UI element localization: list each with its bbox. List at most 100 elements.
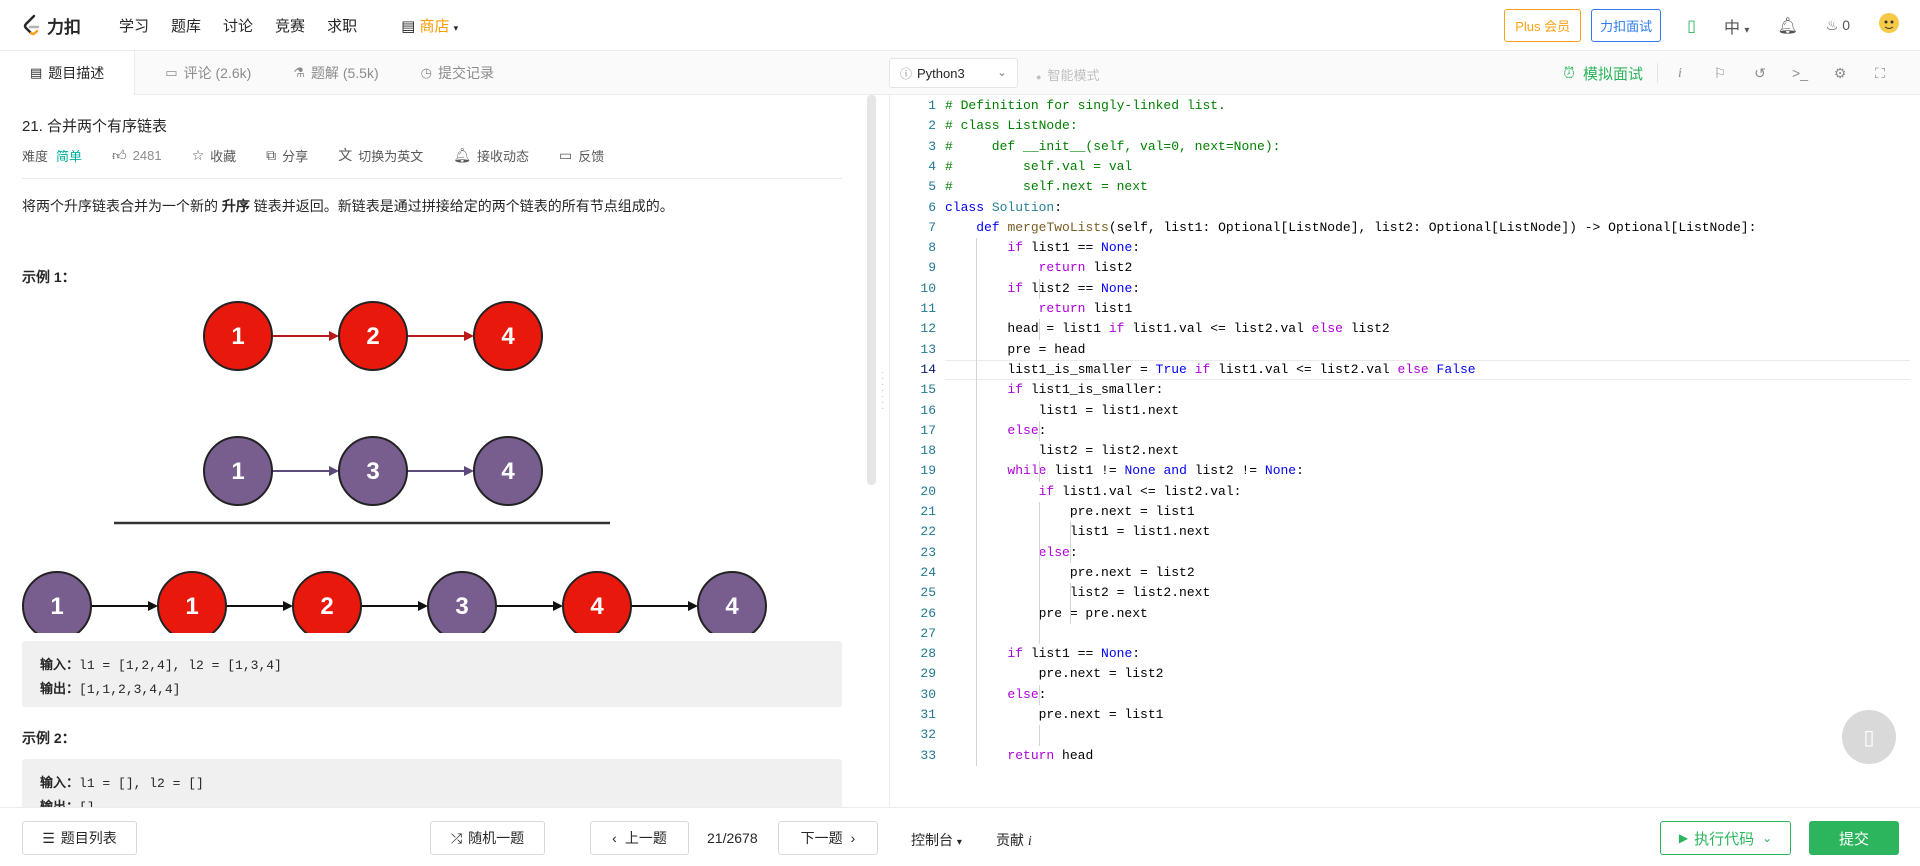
- console-toggle[interactable]: 控制台 ▾: [911, 830, 962, 850]
- share-button[interactable]: ⧉ 分享: [266, 146, 308, 165]
- line-number: 25: [920, 585, 936, 601]
- language-switch[interactable]: 中 ▾: [1724, 14, 1750, 38]
- list-node: 1: [22, 571, 92, 633]
- code-line: 4 # self.val = val: [890, 157, 1920, 177]
- line-number: 24: [920, 564, 936, 580]
- prev-problem-button[interactable]: ‹ 上一题: [590, 821, 689, 855]
- problem-list-button[interactable]: ☰ 题目列表: [22, 821, 137, 855]
- arrow-head: [148, 601, 158, 611]
- code-line: 7 def mergeTwoLists(self, list1: Optiona…: [890, 218, 1920, 238]
- code-text: list1 = list1.next: [945, 524, 1211, 540]
- language-select[interactable]: ⓘ Python3 ⌄: [889, 58, 1018, 88]
- code-editor[interactable]: 1 # Definition for singly-linked list. 2 # …: [889, 95, 1920, 807]
- submit-button[interactable]: 提交: [1809, 821, 1899, 855]
- line-number: 4: [928, 158, 936, 174]
- arrow-head: [329, 466, 339, 476]
- fullscreen-icon[interactable]: ⛶: [1860, 65, 1900, 82]
- nav-store[interactable]: ▤ 商店 ▾: [379, 15, 458, 36]
- nav-problems[interactable]: 题库: [171, 15, 201, 36]
- line-number: 33: [920, 747, 936, 763]
- avatar[interactable]: [1878, 12, 1900, 39]
- input-label: 输入：: [40, 775, 80, 790]
- line-number: 9: [928, 260, 936, 276]
- line-number: 7: [928, 219, 936, 235]
- like-button[interactable]: 👍︎ 2481: [112, 147, 162, 164]
- indent-guide: [1038, 725, 1040, 746]
- info-icon[interactable]: i: [1660, 64, 1700, 82]
- mobile-icon[interactable]: ▯: [1687, 16, 1696, 36]
- star-icon: ☆: [191, 146, 205, 163]
- list-icon: ☰: [42, 829, 55, 846]
- contribute-button[interactable]: 贡献 i: [996, 830, 1032, 850]
- translate-button[interactable]: 文切换为英文: [338, 145, 423, 165]
- list-node: 2: [338, 301, 408, 371]
- code-text: # class ListNode:: [945, 118, 1078, 134]
- terminal-icon[interactable]: >_: [1780, 65, 1820, 81]
- code-text: # def __init__(self, val=0, next=None):: [945, 138, 1281, 154]
- tab-comments[interactable]: ▭ 评论 (2.6k): [135, 51, 251, 95]
- code-line: 27: [890, 624, 1920, 644]
- difficulty-badge: 简单: [56, 148, 83, 164]
- nav-discuss[interactable]: 讨论: [223, 15, 253, 36]
- code-line: 31 pre.next = list1: [890, 705, 1920, 725]
- line-number: 30: [920, 686, 936, 702]
- indent-guide: [1038, 461, 1040, 482]
- flag-icon[interactable]: ⚐: [1700, 65, 1740, 82]
- code-text: while list1 != None and list2 != None:: [1007, 463, 1304, 479]
- chevron-down-icon: ⌄: [996, 65, 1007, 79]
- random-label: 随机一题: [468, 830, 525, 846]
- favorite-button[interactable]: ☆ 收藏: [192, 146, 237, 165]
- smart-mode-toggle[interactable]: ● 智能模式: [1036, 65, 1099, 84]
- streak-counter[interactable]: ♨ 0: [1826, 17, 1850, 34]
- like-count: 2481: [132, 147, 162, 163]
- mock-interview-button[interactable]: ⏰︎ 模拟面试: [1563, 63, 1643, 84]
- node-value: 3: [366, 458, 379, 485]
- code-line: 5 # self.next = next: [890, 177, 1920, 197]
- feedback-button[interactable]: ▭ 反馈: [559, 146, 604, 165]
- caret-down-icon: ▾: [453, 22, 459, 33]
- code-line: 12 head = list1 if list1.val <= list2.va…: [890, 319, 1920, 339]
- store-icon: ▤: [401, 17, 416, 35]
- tab-solutions[interactable]: ⚗ 题解 (5.5k): [293, 51, 378, 95]
- nav-contest[interactable]: 竞赛: [275, 15, 305, 36]
- run-code-button[interactable]: ▶ 执行代码 ⌄: [1660, 821, 1791, 855]
- arrow-head: [283, 601, 293, 611]
- leetcode-logo-icon: [23, 14, 40, 36]
- list-node: 1: [203, 436, 273, 506]
- line-number: 19: [920, 463, 936, 479]
- logo[interactable]: 力扣: [22, 13, 81, 38]
- plus-member-button[interactable]: Plus 会员: [1504, 9, 1582, 42]
- nav-learn[interactable]: 学习: [119, 15, 149, 36]
- mock-interview-label: 模拟面试: [1582, 65, 1643, 83]
- caret-down-icon: ▾: [956, 837, 962, 848]
- settings-icon[interactable]: ⚙: [1820, 65, 1860, 82]
- example-2-box: 输入：l1 = [], l2 = [] 输出：[]: [22, 759, 842, 807]
- next-label: 下一题: [800, 830, 843, 846]
- code-text: else:: [1007, 422, 1047, 438]
- example-1-input: 输入：l1 = [1,2,4], l2 = [1,3,4]: [40, 653, 824, 677]
- list-node: 2: [292, 571, 362, 633]
- subscribe-button[interactable]: 🔔︎ 接收动态: [453, 146, 529, 165]
- code-text: def mergeTwoLists(self, list1: Optional[…: [976, 219, 1757, 235]
- node-value: 4: [725, 593, 739, 620]
- next-problem-button[interactable]: 下一题 ›: [778, 821, 878, 855]
- code-line: 29 pre.next = list2: [890, 664, 1920, 684]
- random-problem-button[interactable]: ⤮ 随机一题: [430, 821, 545, 855]
- notes-button[interactable]: ▯: [1842, 710, 1896, 764]
- chevron-right-icon: ›: [850, 830, 856, 846]
- example-2-output: 输出：[]: [40, 795, 824, 807]
- code-text: else:: [1007, 686, 1047, 702]
- code-line: 23 else:: [890, 543, 1920, 563]
- node-value: 3: [455, 593, 468, 620]
- nav-jobs[interactable]: 求职: [327, 15, 357, 36]
- tab-description[interactable]: ▤ 题目描述: [0, 51, 136, 95]
- tab-submissions[interactable]: ◷ 提交记录: [421, 51, 494, 95]
- notification-bell-icon[interactable]: 🔔︎: [1777, 16, 1797, 36]
- flame-icon: ♨: [1825, 17, 1839, 33]
- interview-button[interactable]: 力扣面试: [1591, 9, 1662, 42]
- reset-icon[interactable]: ↺: [1740, 65, 1780, 82]
- panel-splitter[interactable]: · · · · · · ·: [877, 95, 889, 807]
- description-scrollbar[interactable]: [867, 95, 876, 485]
- indent-guide: [1069, 522, 1071, 563]
- line-number: 27: [920, 625, 936, 641]
